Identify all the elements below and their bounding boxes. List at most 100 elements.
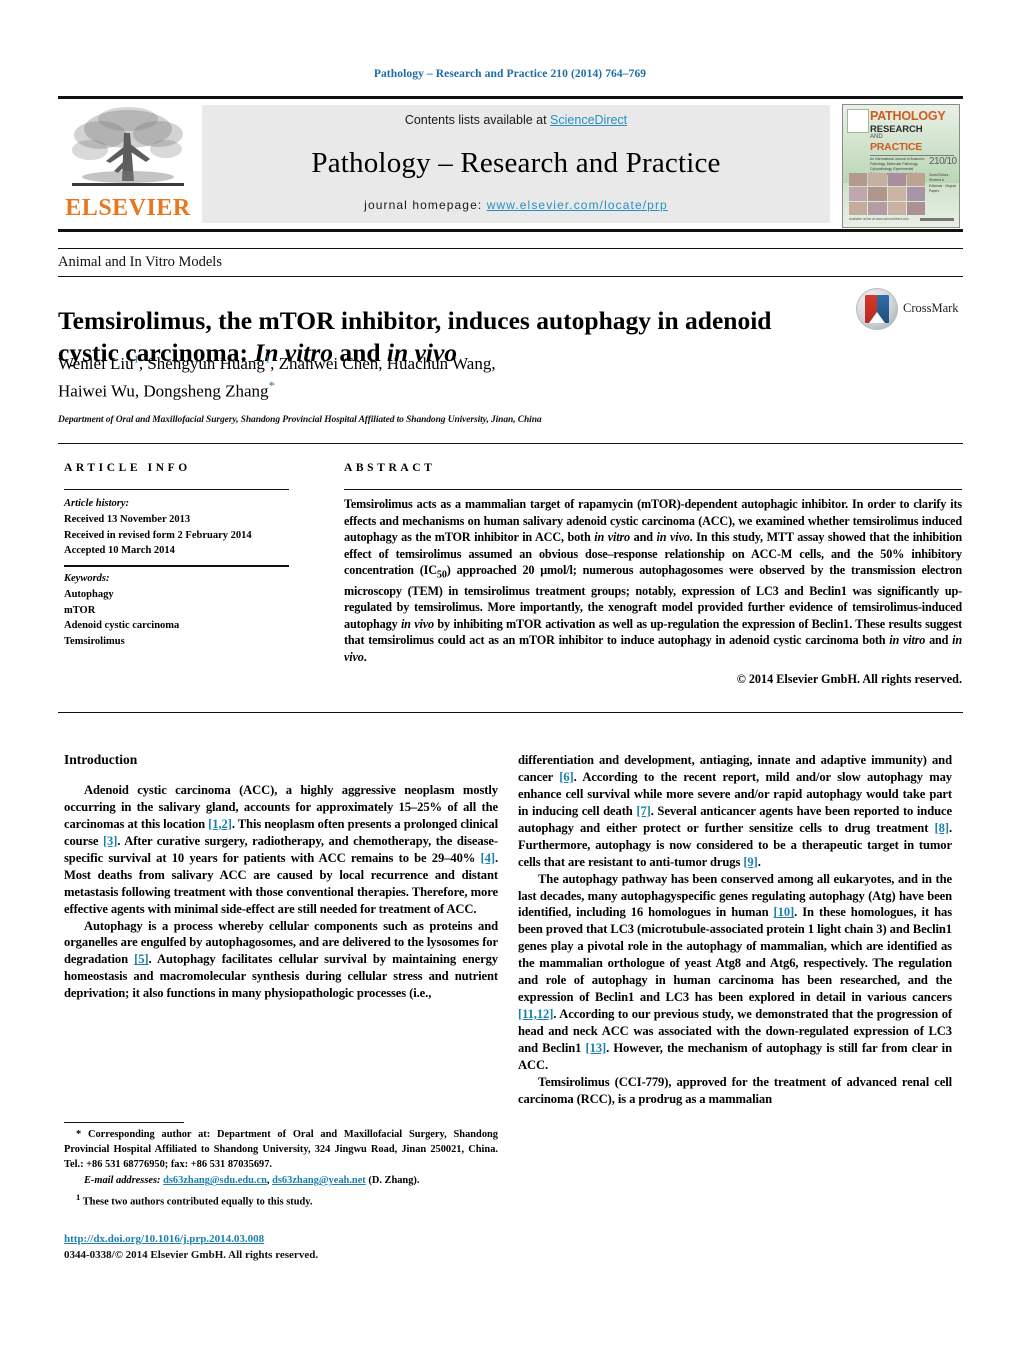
doi-link[interactable]: http://dx.doi.org/10.1016/j.prp.2014.03.… [64, 1233, 264, 1245]
citation-link[interactable]: [13] [586, 1041, 607, 1055]
abstract-seg: and [925, 633, 953, 648]
abstract-italic: in vitro [594, 530, 630, 545]
cover-thumb-cell [906, 201, 925, 215]
author-wenlei-liu: Wenlei Liu [58, 354, 134, 373]
article-page: Pathology – Research and Practice 210 (2… [0, 0, 1020, 1351]
para-seg: . In these homologues, it has been prove… [518, 905, 952, 1005]
citation-link[interactable]: [5] [134, 952, 148, 966]
elsevier-wordmark: ELSEVIER [65, 195, 191, 221]
cover-title-line2b: AND [870, 134, 883, 140]
info-abstract-rule-bottom [58, 712, 963, 713]
section-rule-top [58, 248, 963, 249]
elsevier-tree-icon [72, 107, 184, 186]
abstract-heading: ABSTRACT [344, 462, 436, 474]
cover-thumb-cell [868, 187, 887, 201]
abstract-italic: in vitro [889, 633, 926, 648]
body-paragraph: Autophagy is a process whereby cellular … [64, 918, 498, 1003]
email-link-primary[interactable]: ds63zhang@sdu.edu.cn [163, 1175, 267, 1186]
article-history-label: Article history: [64, 498, 130, 509]
keyword-item: Autophagy [64, 588, 114, 600]
footnote-text: Corresponding author at: Department of O… [64, 1129, 498, 1170]
footnote-text: These two authors contributed equally to… [80, 1196, 313, 1208]
cover-thumb-cell [849, 201, 868, 215]
citation-link[interactable]: [1,2] [208, 817, 232, 831]
abstract-italic: in vivo [400, 616, 434, 631]
journal-cover-thumbnail[interactable]: PATHOLOGY RESEARCH AND PRACTICE An Inter… [842, 104, 960, 228]
journal-homepage-link[interactable]: www.elsevier.com/locate/prp [487, 198, 668, 212]
authors-rest-line1: , Zhanwei Chen, Huachun Wang, [270, 354, 496, 373]
history-revised: Received in revised form 2 February 2014 [64, 529, 252, 541]
issn-copyright-line: 0344-0338/© 2014 Elsevier GmbH. All righ… [64, 1249, 319, 1261]
crossmark-label: CrossMark [903, 301, 959, 315]
sciencedirect-link[interactable]: ScienceDirect [550, 113, 627, 127]
cover-thumb-cell [868, 201, 887, 215]
author-affiliation: Department of Oral and Maxillofacial Sur… [58, 415, 542, 425]
article-info-heading: ARTICLE INFO [64, 462, 191, 474]
history-accepted: Accepted 10 March 2014 [64, 545, 175, 557]
crossmark-triangle-icon [869, 312, 885, 323]
citation-link[interactable]: [6] [559, 770, 573, 784]
cover-thumb-cell [887, 187, 906, 201]
body-column-left: Introduction Adenoid cystic carcinoma (A… [64, 752, 498, 1002]
cover-thumb-cell [868, 173, 887, 187]
section-label: Animal and In Vitro Models [58, 254, 222, 270]
keywords-list: Keywords: Autophagy mTOR Adenoid cystic … [64, 571, 294, 650]
crossmark-badge[interactable]: CrossMark [856, 288, 962, 334]
abstract-rule [344, 489, 962, 490]
keywords-rule [64, 565, 289, 567]
article-history: Article history: Received 13 November 20… [64, 496, 294, 559]
body-paragraph: differentiation and development, antiagi… [518, 752, 952, 871]
citation-link[interactable]: [4] [481, 851, 495, 865]
email-link-secondary[interactable]: ds63zhang@yeah.net [272, 1175, 366, 1186]
running-head: Pathology – Research and Practice 210 (2… [373, 68, 647, 80]
cover-footer-text: Available online at www.sciencedirect.co… [849, 216, 909, 221]
body-paragraph: Adenoid cystic carcinoma (ACC), a highly… [64, 782, 498, 918]
footnote-block: * Corresponding author at: Department of… [64, 1128, 498, 1210]
footnote-equal-contribution: 1 These two authors contributed equally … [64, 1191, 498, 1210]
cover-title-line1: PATHOLOGY [870, 109, 946, 123]
cover-thumb-cell [887, 201, 906, 215]
info-abstract-rule-top [58, 443, 963, 444]
abstract-seg: . [363, 650, 367, 665]
footnote-emails: E-mail addresses: ds63zhang@sdu.edu.cn, … [64, 1174, 498, 1189]
citation-link[interactable]: [3] [103, 834, 117, 848]
authors-line2: Haiwei Wu, Dongsheng Zhang [58, 381, 269, 401]
homepage-label: journal homepage: [364, 198, 483, 212]
keyword-item: mTOR [64, 604, 96, 616]
citation-link[interactable]: [9] [743, 855, 757, 869]
article-info-rule [64, 489, 289, 490]
abstract-copyright: © 2014 Elsevier GmbH. All rights reserve… [736, 672, 962, 686]
cover-elsevier-mark-icon [847, 109, 869, 133]
journal-title: Pathology – Research and Practice [311, 147, 721, 179]
footnote-rule [64, 1122, 184, 1123]
elsevier-logo: ELSEVIER [58, 103, 198, 225]
contents-prefix: Contents lists available at [404, 113, 551, 127]
history-received: Received 13 November 2013 [64, 513, 191, 525]
cover-barcode-icon [920, 218, 954, 221]
cover-art: PATHOLOGY RESEARCH AND PRACTICE An Inter… [843, 105, 959, 227]
contents-list-line: Contents lists available at ScienceDirec… [202, 113, 830, 127]
footnote-corresponding-author: * Corresponding author at: Department of… [64, 1128, 498, 1172]
abstract-seg: and [630, 530, 657, 545]
keyword-item: Adenoid cystic carcinoma [64, 620, 180, 632]
author-list: Wenlei Liu1, Shengyun Huang1, Zhanwei Ch… [58, 352, 848, 404]
cover-thumb-cell [849, 187, 868, 201]
cover-side-text: Guest Editors · Reviews & Editorials · O… [929, 173, 956, 194]
cover-volume: 210/10 [929, 156, 957, 167]
abstract-italic: in vivo [656, 530, 690, 545]
cover-thumb-cell [906, 187, 925, 201]
body-paragraph: The autophagy pathway has been conserved… [518, 871, 952, 1074]
abstract-text: Temsirolimus acts as a mammalian target … [344, 496, 962, 666]
abstract-seg: by inhibiting mTOR activation as well as… [344, 616, 962, 648]
cover-image-grid [849, 173, 925, 215]
citation-link[interactable]: [8] [935, 821, 949, 835]
cover-title-line3: PRACTICE [870, 141, 923, 153]
journal-homepage-line: journal homepage: www.elsevier.com/locat… [202, 198, 830, 212]
citation-link[interactable]: [7] [636, 804, 650, 818]
cover-thumb-cell [887, 173, 906, 187]
journal-banner: Contents lists available at ScienceDirec… [202, 105, 830, 223]
citation-link[interactable]: [11,12] [518, 1007, 553, 1021]
cover-thumb-cell [849, 173, 868, 187]
corresponding-author-marker[interactable]: * [269, 378, 276, 393]
citation-link[interactable]: [10] [774, 905, 795, 919]
